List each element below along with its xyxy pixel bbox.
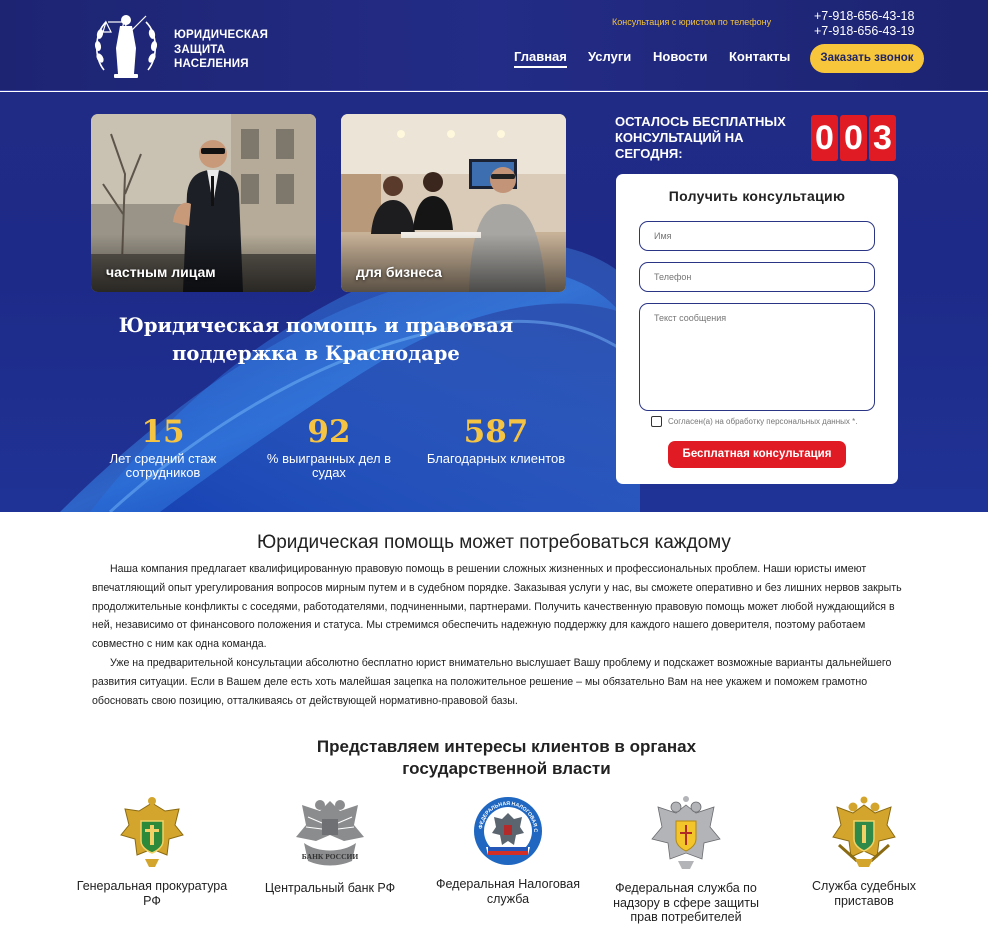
callback-button[interactable]: Заказать звонок bbox=[810, 44, 924, 73]
consultation-form: Получить консультацию Согласен(а) на обр… bbox=[616, 174, 898, 484]
remaining-consultations-label: ОСТАЛОСЬ БЕСПЛАТНЫХ КОНСУЛЬТАЦИЙ НА СЕГО… bbox=[615, 114, 786, 161]
stat-won-cases: 92 % выигранных дел в судах bbox=[254, 412, 404, 479]
card-label-business: для бизнеса bbox=[356, 264, 442, 280]
org-bailiffs: Служба судебных приставов bbox=[784, 795, 944, 908]
free-consultation-button[interactable]: Бесплатная консультация bbox=[668, 441, 846, 468]
stat-label: Благодарных клиентов bbox=[426, 451, 566, 466]
name-input[interactable] bbox=[639, 221, 875, 251]
prosecutor-emblem-icon bbox=[120, 797, 184, 867]
org-name: Федеральная служба по надзору в сфере за… bbox=[613, 881, 759, 924]
about-text: Наша компания предлагает квалифицированн… bbox=[92, 560, 904, 710]
consent-checkbox[interactable] bbox=[651, 416, 662, 427]
consult-phone-label: Консультация с юристом по телефону bbox=[612, 17, 772, 27]
stat-clients: 587 Благодарных клиентов bbox=[421, 412, 571, 466]
phone-input[interactable] bbox=[639, 262, 875, 292]
counter-digit: 3 bbox=[869, 115, 896, 161]
org-rospotrebnadzor: Федеральная служба по надзору в сфере за… bbox=[606, 795, 766, 925]
nav-item-contacts[interactable]: Контакты bbox=[729, 49, 790, 64]
counter-digit: 0 bbox=[840, 115, 867, 161]
card-private-persons[interactable]: частным лицам bbox=[91, 114, 316, 292]
bank-of-russia-emblem-icon: БАНК РОССИИ bbox=[296, 800, 364, 866]
hero-title: Юридическая помощь и правовая поддержка … bbox=[118, 314, 514, 365]
themis-logo-icon[interactable] bbox=[90, 8, 162, 82]
consent-row: Согласен(а) на обработку персональных да… bbox=[651, 416, 857, 427]
phone-link-1[interactable]: +7-918-656-43-18 bbox=[814, 9, 914, 24]
rospotrebnadzor-emblem-icon bbox=[651, 796, 721, 869]
about-title: Юридическая помощь может потребоваться к… bbox=[257, 532, 731, 553]
bailiffs-emblem-icon bbox=[832, 796, 896, 867]
org-name: Служба судебных приставов bbox=[812, 879, 916, 908]
stat-label: Лет средний стаж сотрудников bbox=[109, 451, 217, 480]
org-central-bank: БАНК РОССИИ Центральный банк РФ bbox=[250, 795, 410, 896]
stat-value: 92 bbox=[307, 414, 351, 450]
nav-item-home[interactable]: Главная bbox=[514, 49, 567, 68]
card-label-private: частным лицам bbox=[106, 264, 216, 280]
about-paragraph: Уже на предварительной консультации абсо… bbox=[92, 656, 892, 707]
nav-item-services[interactable]: Услуги bbox=[588, 49, 631, 64]
stat-value: 587 bbox=[463, 414, 529, 450]
nav-item-news[interactable]: Новости bbox=[653, 49, 708, 64]
site-header: ЮРИДИЧЕСКАЯ ЗАЩИТА НАСЕЛЕНИЯ Консультаци… bbox=[0, 0, 988, 91]
consent-label: Согласен(а) на обработку персональных да… bbox=[668, 417, 858, 426]
hero-section: частным лицам для бизнеса Юридическая по… bbox=[0, 92, 988, 512]
stat-value: 15 bbox=[141, 414, 185, 450]
consultation-counter: 0 0 3 bbox=[811, 115, 896, 161]
representation-title: Представляем интересы клиентов в органах… bbox=[316, 737, 697, 778]
org-tax-service: ФЕДЕРАЛЬНАЯ НАЛОГОВАЯ СЛУЖБА Федеральная… bbox=[428, 795, 588, 906]
phone-link-2[interactable]: +7-918-656-43-19 bbox=[814, 24, 914, 39]
stat-label: % выигранных дел в судах bbox=[266, 451, 392, 480]
message-input[interactable] bbox=[639, 303, 875, 411]
counter-digit: 0 bbox=[811, 115, 838, 161]
about-paragraph: Наша компания предлагает квалифицированн… bbox=[92, 563, 902, 651]
org-name: Генеральная прокуратура РФ bbox=[76, 879, 228, 908]
phone-list: +7-918-656-43-18 +7-918-656-43-19 bbox=[814, 9, 914, 39]
org-prosecutor: Генеральная прокуратура РФ bbox=[72, 795, 232, 908]
logo-text[interactable]: ЮРИДИЧЕСКАЯ ЗАЩИТА НАСЕЛЕНИЯ bbox=[174, 28, 284, 72]
card-business[interactable]: для бизнеса bbox=[341, 114, 566, 292]
org-name: Федеральная Налоговая служба bbox=[435, 877, 581, 906]
tax-service-emblem-icon: ФЕДЕРАЛЬНАЯ НАЛОГОВАЯ СЛУЖБА bbox=[472, 795, 542, 865]
org-name: Центральный банк РФ bbox=[264, 881, 396, 895]
bank-emblem-text: БАНК РОССИИ bbox=[302, 852, 359, 861]
form-title: Получить консультацию bbox=[668, 188, 846, 204]
stat-experience: 15 Лет средний стаж сотрудников bbox=[88, 412, 238, 479]
